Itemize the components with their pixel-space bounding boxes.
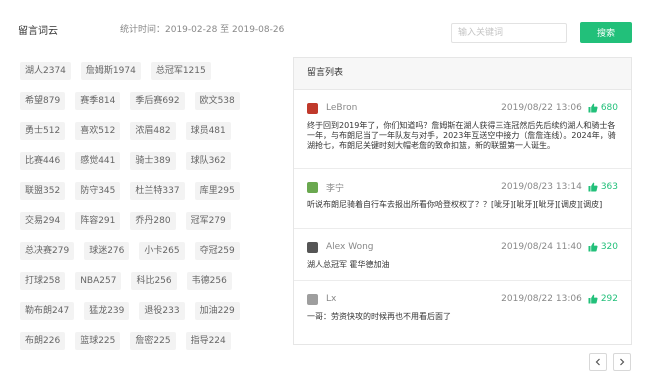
keyword-tag[interactable]: 球员481 xyxy=(185,122,231,140)
message-username: LeBron xyxy=(326,103,358,113)
tag-row: 勒布朗247 猛龙239 退役233 加油229 xyxy=(20,296,270,326)
keyword-tag[interactable]: 湖人2374 xyxy=(20,62,71,80)
keyword-tag[interactable]: 骑士389 xyxy=(130,152,176,170)
keyword-tag[interactable]: 阵容291 xyxy=(75,212,121,230)
keyword-tag[interactable]: 总冠军1215 xyxy=(150,62,211,80)
keyword-tag[interactable]: 喜欢512 xyxy=(75,122,121,140)
keyword-tag[interactable]: 防守345 xyxy=(75,182,121,200)
message-username: 李宁 xyxy=(326,183,345,194)
keyword-tag[interactable]: 勇士512 xyxy=(20,122,66,140)
tag-row: 布朗226 篮球225 詹密225 指导224 xyxy=(20,326,270,356)
keyword-tag[interactable]: 总决赛279 xyxy=(20,242,75,260)
keyword-tag[interactable]: 詹密225 xyxy=(130,332,176,350)
message-item: LeBron 2019/08/22 13:06 680 终于回到2019年了，你们知道… xyxy=(294,90,631,169)
keyword-tag[interactable]: 布朗226 xyxy=(20,332,66,350)
keyword-tag[interactable]: 猛龙239 xyxy=(84,302,130,320)
keyword-tag[interactable]: 韦德256 xyxy=(186,272,232,290)
message-item: 李宁 2019/08/23 13:14 363 听说布朗尼骑着自行车去报出所看你哈登权… xyxy=(294,169,631,229)
message-time: 2019/08/22 13:06 xyxy=(501,103,582,113)
tag-row: 比赛446 感觉441 骑士389 球队362 xyxy=(20,146,270,176)
page-title: 留言词云 xyxy=(18,26,58,37)
keyword-tag[interactable]: 加油229 xyxy=(194,302,240,320)
avatar xyxy=(307,241,318,253)
search-button[interactable]: 搜索 xyxy=(580,22,632,43)
keyword-tag[interactable]: 科比256 xyxy=(131,272,177,290)
prev-page-button[interactable] xyxy=(589,353,607,371)
avatar xyxy=(307,293,318,305)
message-header: Alex Wong 2019/08/24 11:40 320 xyxy=(307,237,618,257)
next-page-button[interactable] xyxy=(613,353,631,371)
like-count: 320 xyxy=(600,242,618,252)
tag-row: 勇士512 喜欢512 浓眉482 球员481 xyxy=(20,116,270,146)
keyword-tag[interactable]: 冠军279 xyxy=(185,212,231,230)
avatar xyxy=(307,181,318,193)
message-list-title: 留言列表 xyxy=(294,58,631,90)
keyword-tag[interactable]: 退役233 xyxy=(139,302,185,320)
keyword-tag[interactable]: 季后赛692 xyxy=(130,92,185,110)
keyword-tag[interactable]: 感觉441 xyxy=(75,152,121,170)
keyword-tag[interactable]: 杜兰特337 xyxy=(130,182,185,200)
tag-row: 联盟352 防守345 杜兰特337 库里295 xyxy=(20,176,270,206)
message-time: 2019/08/23 13:14 xyxy=(501,182,582,192)
keyword-tag[interactable]: 欧文538 xyxy=(194,92,240,110)
keyword-tag[interactable]: 赛季814 xyxy=(75,92,121,110)
message-content: 一哥：劳资快攻的时候再也不用看后面了 xyxy=(307,312,451,321)
keyword-tag[interactable]: 比赛446 xyxy=(20,152,66,170)
keyword-tag[interactable]: 球队362 xyxy=(185,152,231,170)
chevron-left-icon xyxy=(595,358,600,366)
message-item: Lx 2019/08/22 13:06 292 一哥：劳资快攻的时候再也不用看后面了 xyxy=(294,281,631,346)
keyword-tag[interactable]: 浓眉482 xyxy=(130,122,176,140)
message-username: Alex Wong xyxy=(326,242,374,252)
like-count: 292 xyxy=(600,294,618,304)
keyword-tag[interactable]: 指导224 xyxy=(185,332,231,350)
tag-row: 湖人2374 詹姆斯1974 总冠军1215 xyxy=(20,56,270,86)
like-count: 680 xyxy=(600,103,618,113)
keyword-tag[interactable]: NBA257 xyxy=(75,272,122,290)
message-list-panel: 留言列表 LeBron 2019/08/22 13:06 680 终于回到2019年了… xyxy=(293,57,632,345)
tag-row: 交易294 阵容291 乔丹280 冠军279 xyxy=(20,206,270,236)
word-cloud: 湖人2374 詹姆斯1974 总冠军1215 希望879 赛季814 季后赛692 欧文53… xyxy=(20,56,270,356)
keyword-tag[interactable]: 夺冠259 xyxy=(194,242,240,260)
message-header: Lx 2019/08/22 13:06 292 xyxy=(307,289,618,309)
tag-row: 打球258 NBA257 科比256 韦德256 xyxy=(20,266,270,296)
thumbs-up-icon[interactable] xyxy=(588,103,598,113)
tag-row: 希望879 赛季814 季后赛692 欧文538 xyxy=(20,86,270,116)
message-header: 李宁 2019/08/23 13:14 363 xyxy=(307,177,618,197)
message-content: 终于回到2019年了，你们知道吗？詹姆斯在湖人获得三连冠然后先后续约湖人和骑士各… xyxy=(307,121,616,150)
tag-row: 总决赛279 球迷276 小卡265 夺冠259 xyxy=(20,236,270,266)
message-meta: 2019/08/24 11:40 320 xyxy=(501,242,618,252)
message-meta: 2019/08/22 13:06 680 xyxy=(501,103,618,113)
keyword-tag[interactable]: 乔丹280 xyxy=(130,212,176,230)
message-content: 湖人总冠军 霍华德加油 xyxy=(307,260,390,269)
search-input[interactable] xyxy=(451,23,567,43)
keyword-tag[interactable]: 交易294 xyxy=(20,212,66,230)
keyword-tag[interactable]: 球迷276 xyxy=(84,242,130,260)
message-meta: 2019/08/22 13:06 292 xyxy=(501,294,618,304)
keyword-tag[interactable]: 小卡265 xyxy=(139,242,185,260)
like-count: 363 xyxy=(600,182,618,192)
keyword-tag[interactable]: 打球258 xyxy=(20,272,66,290)
keyword-tag[interactable]: 库里295 xyxy=(194,182,240,200)
avatar xyxy=(307,102,318,114)
message-item: Alex Wong 2019/08/24 11:40 320 湖人总冠军 霍华德加油 xyxy=(294,229,631,281)
thumbs-up-icon[interactable] xyxy=(588,182,598,192)
keyword-tag[interactable]: 希望879 xyxy=(20,92,66,110)
message-header: LeBron 2019/08/22 13:06 680 xyxy=(307,98,618,118)
keyword-tag[interactable]: 篮球225 xyxy=(75,332,121,350)
keyword-tag[interactable]: 勒布朗247 xyxy=(20,302,75,320)
keyword-tag[interactable]: 詹姆斯1974 xyxy=(80,62,141,80)
message-content: 听说布朗尼骑着自行车去报出所看你哈登权权了？？[呲牙][呲牙][呲牙][调皮][… xyxy=(307,200,603,209)
message-meta: 2019/08/23 13:14 363 xyxy=(501,182,618,192)
chevron-right-icon xyxy=(620,358,625,366)
keyword-tag[interactable]: 联盟352 xyxy=(20,182,66,200)
thumbs-up-icon[interactable] xyxy=(588,242,598,252)
thumbs-up-icon[interactable] xyxy=(588,294,598,304)
stat-time: 统计时间：2019-02-28 至 2019-08-26 xyxy=(120,25,285,35)
message-username: Lx xyxy=(326,294,337,304)
message-time: 2019/08/22 13:06 xyxy=(501,294,582,304)
message-time: 2019/08/24 11:40 xyxy=(501,242,582,252)
